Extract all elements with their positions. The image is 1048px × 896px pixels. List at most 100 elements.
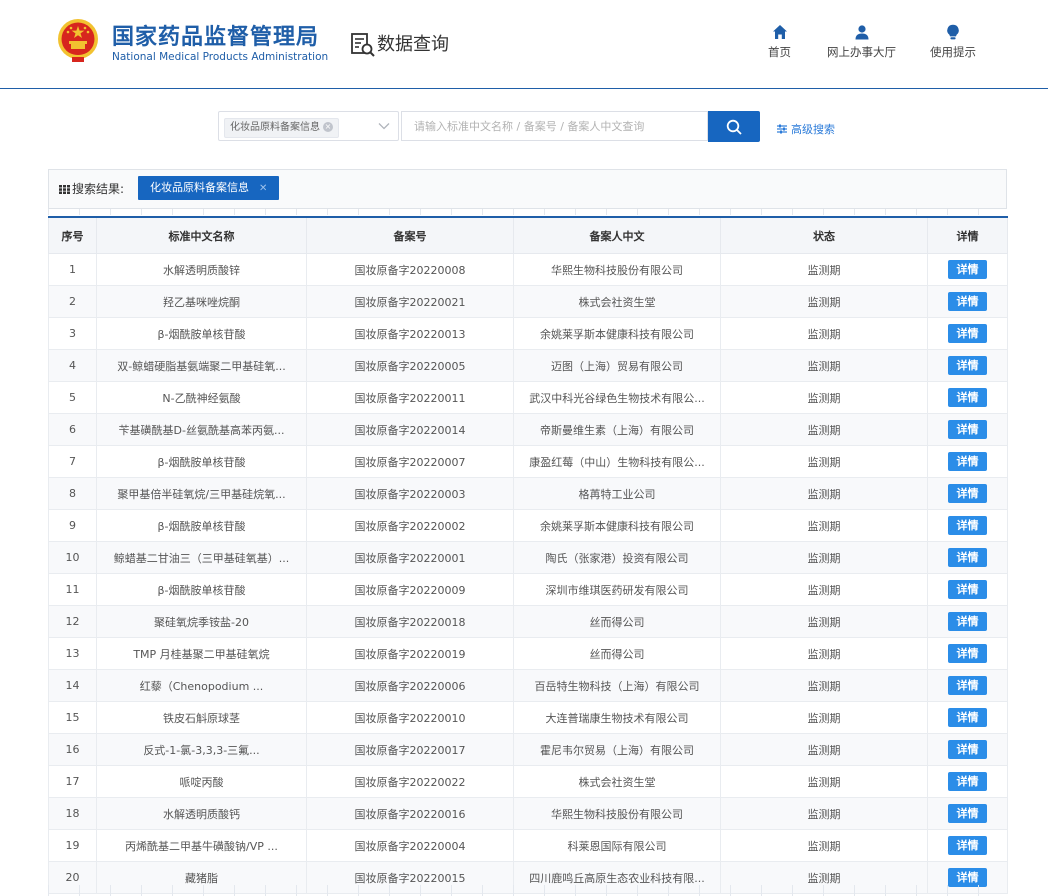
close-icon[interactable]: ✕ [259,183,267,194]
table-row: 7 β-烟酰胺单核苷酸 国妆原备字20220007 康盈红莓（中山）生物科技有限公..… [48,445,1008,478]
search-button[interactable] [708,111,760,142]
cell-detail: 详情 [927,829,1008,862]
detail-button[interactable]: 详情 [948,452,987,471]
cell-status: 监测期 [720,765,928,798]
site-header: 国家药品监督管理局 National Medical Products Admi… [0,0,1048,89]
filter-sliders-icon [777,124,787,134]
cell-status: 监测期 [720,381,928,414]
cell-status: 监测期 [720,253,928,286]
cell-standard-name: 丙烯酰基二甲基牛磺酸钠/VP ... [96,829,307,862]
cell-registrant: 余姚莱孚斯本健康科技有限公司 [513,317,721,350]
table-row: 3 β-烟酰胺单核苷酸 国妆原备字20220013 余姚莱孚斯本健康科技有限公司 监测期… [48,317,1008,350]
cell-registrant: 丝而得公司 [513,605,721,638]
table-row: 8 聚甲基倍半硅氧烷/三甲基硅烷氧... 国妆原备字20220003 格苒特工业公司监… [48,477,1008,510]
detail-button[interactable]: 详情 [948,804,987,823]
cell-registrant: 株式会社资生堂 [513,765,721,798]
detail-button[interactable]: 详情 [948,388,987,407]
detail-button[interactable]: 详情 [948,548,987,567]
cell-index: 3 [48,317,97,350]
detail-button[interactable]: 详情 [948,516,987,535]
detail-button[interactable]: 详情 [948,644,987,663]
nav-usage-tips-label: 使用提示 [930,45,976,59]
nav-online-service-hall[interactable]: 网上办事大厅 [827,24,896,60]
category-select[interactable]: 化妆品原料备案信息 × [218,111,399,141]
cell-status: 监测期 [720,829,928,862]
detail-button[interactable]: 详情 [948,772,987,791]
advanced-search-link[interactable]: 高级搜索 [777,121,835,137]
cell-standard-name: 反式-1-氯-3,3,3-三氟... [96,733,307,766]
cell-record-number: 国妆原备字20220009 [306,573,514,606]
cell-standard-name: 双-鲸蜡硬脂基氨端聚二甲基硅氧... [96,349,307,382]
cell-status: 监测期 [720,541,928,574]
national-emblem-logo[interactable] [57,17,99,63]
detail-button[interactable]: 详情 [948,740,987,759]
cell-record-number: 国妆原备字20220016 [306,797,514,830]
divider [48,209,1007,215]
selected-category-tag: 化妆品原料备案信息 × [224,118,339,138]
nav-usage-tips[interactable]: 使用提示 [930,24,976,60]
cell-record-number: 国妆原备字20220001 [306,541,514,574]
cell-registrant: 帝斯曼维生素（上海）有限公司 [513,413,721,446]
cell-detail: 详情 [927,381,1008,414]
detail-button[interactable]: 详情 [948,260,987,279]
cell-status: 监测期 [720,605,928,638]
cell-index: 12 [48,605,97,638]
remove-category-icon[interactable]: × [323,122,333,132]
cell-status: 监测期 [720,477,928,510]
cell-record-number: 国妆原备字20220011 [306,381,514,414]
cell-index: 9 [48,509,97,542]
cell-detail: 详情 [927,413,1008,446]
detail-button[interactable]: 详情 [948,580,987,599]
cell-record-number: 国妆原备字20220006 [306,669,514,702]
detail-button[interactable]: 详情 [948,708,987,727]
brand-name-cn[interactable]: 国家药品监督管理局 [112,19,319,51]
results-label-text: 搜索结果: [72,182,125,196]
detail-button[interactable]: 详情 [948,484,987,503]
cell-registrant: 百岳特生物科技（上海）有限公司 [513,669,721,702]
column-header-record-number: 备案号 [306,216,514,254]
table-row: 14 红藜（Chenopodium ... 国妆原备字20220006 百岳特生物科技… [48,669,1008,702]
column-header-detail: 详情 [927,216,1008,254]
cell-status: 监测期 [720,349,928,382]
search-input[interactable] [401,111,708,141]
cell-record-number: 国妆原备字20220022 [306,765,514,798]
cell-index: 15 [48,701,97,734]
chevron-down-icon[interactable] [378,122,390,130]
cell-standard-name: 聚硅氧烷季铵盐-20 [96,605,307,638]
detail-button[interactable]: 详情 [948,676,987,695]
detail-button[interactable]: 详情 [948,836,987,855]
cell-index: 10 [48,541,97,574]
cell-index: 5 [48,381,97,414]
detail-button[interactable]: 详情 [948,356,987,375]
cell-detail: 详情 [927,701,1008,734]
detail-button[interactable]: 详情 [948,612,987,631]
cell-standard-name: 水解透明质酸钙 [96,797,307,830]
cell-registrant: 格苒特工业公司 [513,477,721,510]
cell-standard-name: β-烟酰胺单核苷酸 [96,573,307,606]
detail-button[interactable]: 详情 [948,420,987,439]
cell-registrant: 华熙生物科技股份有限公司 [513,797,721,830]
cell-index: 6 [48,413,97,446]
table-row: 6 苄基磺酰基D-丝氨酰基高苯丙氨... 国妆原备字20220014 帝斯曼维生素（上… [48,413,1008,446]
cell-record-number: 国妆原备字20220013 [306,317,514,350]
table-row: 4 双-鲸蜡硬脂基氨端聚二甲基硅氧... 国妆原备字20220005 迈图（上海）贸易… [48,349,1008,382]
cell-record-number: 国妆原备字20220003 [306,477,514,510]
detail-button[interactable]: 详情 [948,324,987,343]
table-body: 1 水解透明质酸锌 国妆原备字20220008 华熙生物科技股份有限公司 监测期 详情 2 羟… [48,253,1008,894]
advanced-search-label: 高级搜索 [791,123,835,136]
user-icon [855,25,868,40]
cell-status: 监测期 [720,797,928,830]
brand-name-en[interactable]: National Medical Products Administration [112,51,328,63]
nav-home-label: 首页 [768,45,791,59]
results-filter-tag[interactable]: 化妆品原料备案信息 ✕ [138,176,280,200]
cell-record-number: 国妆原备字20220018 [306,605,514,638]
cell-detail: 详情 [927,637,1008,670]
cell-detail: 详情 [927,509,1008,542]
cell-record-number: 国妆原备字20220004 [306,829,514,862]
cell-index: 13 [48,637,97,670]
table-row: 12 聚硅氧烷季铵盐-20 国妆原备字20220018 丝而得公司 监测期 详情 [48,605,1008,638]
detail-button[interactable]: 详情 [948,292,987,311]
nav-home[interactable]: 首页 [768,24,791,60]
cell-standard-name: 哌啶丙酸 [96,765,307,798]
cell-status: 监测期 [720,637,928,670]
